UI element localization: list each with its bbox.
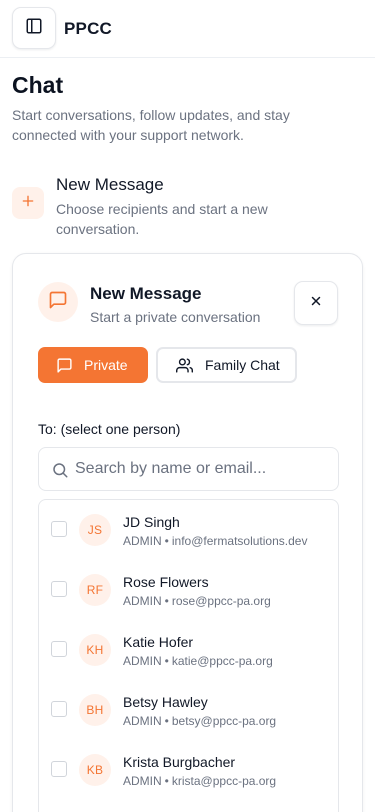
tab-family-chat-label: Family Chat bbox=[205, 357, 280, 373]
recipient-role: ADMIN bbox=[123, 714, 162, 728]
page-subtitle: Start conversations, follow updates, and… bbox=[12, 107, 290, 143]
meta-separator: • bbox=[164, 594, 169, 608]
recipient-name: Krista Burgbacher bbox=[123, 754, 236, 770]
avatar: KH bbox=[79, 634, 111, 666]
avatar: JS bbox=[79, 514, 111, 546]
recipient-name: Rose Flowers bbox=[123, 574, 209, 590]
sidebar-toggle-icon bbox=[25, 17, 43, 40]
close-icon bbox=[309, 294, 323, 313]
recipient-list: JS JD Singh ADMIN • info@fermatsolutions.d… bbox=[38, 499, 339, 812]
message-square-icon bbox=[55, 356, 73, 374]
avatar: RF bbox=[79, 574, 111, 606]
composer-icon-badge bbox=[38, 282, 78, 322]
new-message-card: New Message Start a private conversation… bbox=[12, 253, 363, 812]
meta-separator: • bbox=[164, 534, 169, 548]
avatar: KB bbox=[79, 754, 111, 786]
recipient-email: rose@ppcc-pa.org bbox=[171, 594, 271, 608]
composer-title: New Message bbox=[90, 284, 202, 303]
list-item[interactable]: KB Krista Burgbacher ADMIN • krista@ppcc-p… bbox=[39, 740, 338, 800]
sidebar-toggle-button[interactable] bbox=[12, 7, 56, 49]
top-bar: PPCC bbox=[0, 0, 375, 58]
to-label: To: (select one person) bbox=[38, 421, 181, 437]
new-message-description: Choose recipients and start a new conver… bbox=[56, 201, 268, 237]
recipient-role: ADMIN bbox=[123, 774, 162, 788]
recipient-meta: ADMIN • rose@ppcc-pa.org bbox=[123, 594, 271, 608]
meta-separator: • bbox=[164, 714, 169, 728]
recipient-search bbox=[38, 447, 339, 491]
list-item[interactable]: BH Betsy Hawley ADMIN • betsy@ppcc-pa.org bbox=[39, 680, 338, 740]
recipient-email: betsy@ppcc-pa.org bbox=[171, 714, 277, 728]
composer-subtitle: Start a private conversation bbox=[90, 309, 261, 325]
recipient-checkbox[interactable] bbox=[51, 761, 67, 777]
recipient-role: ADMIN bbox=[123, 594, 162, 608]
recipient-checkbox[interactable] bbox=[51, 641, 67, 657]
recipient-email: katie@ppcc-pa.org bbox=[171, 654, 273, 668]
recipient-role: ADMIN bbox=[123, 654, 162, 668]
recipient-meta: ADMIN • katie@ppcc-pa.org bbox=[123, 654, 273, 668]
recipient-name: Katie Hofer bbox=[123, 634, 194, 650]
search-icon bbox=[51, 461, 69, 479]
search-input[interactable] bbox=[75, 448, 331, 490]
recipient-checkbox[interactable] bbox=[51, 701, 67, 717]
tab-family-chat[interactable]: Family Chat bbox=[156, 347, 297, 383]
close-button[interactable] bbox=[294, 281, 338, 325]
plus-icon bbox=[20, 193, 36, 214]
recipient-name: JD Singh bbox=[123, 514, 180, 530]
tab-private-label: Private bbox=[84, 357, 128, 373]
meta-separator: • bbox=[164, 654, 169, 668]
list-item[interactable]: JS JD Singh ADMIN • info@fermatsolutions.d… bbox=[39, 500, 338, 560]
avatar: BH bbox=[79, 694, 111, 726]
list-item[interactable]: KH Katie Hofer ADMIN • katie@ppcc-pa.org bbox=[39, 620, 338, 680]
recipient-checkbox[interactable] bbox=[51, 521, 67, 537]
tab-private[interactable]: Private bbox=[38, 347, 148, 383]
new-message-button[interactable] bbox=[12, 187, 44, 219]
app-title: PPCC bbox=[64, 19, 113, 38]
page-title: Chat bbox=[12, 72, 64, 98]
recipient-email: krista@ppcc-pa.org bbox=[171, 774, 277, 788]
recipient-meta: ADMIN • betsy@ppcc-pa.org bbox=[123, 714, 276, 728]
meta-separator: • bbox=[164, 774, 169, 788]
recipient-meta: ADMIN • info@fermatsolutions.dev bbox=[123, 534, 307, 548]
recipient-email: info@fermatsolutions.dev bbox=[171, 534, 308, 548]
recipient-name: Betsy Hawley bbox=[123, 694, 208, 710]
recipient-role: ADMIN bbox=[123, 534, 162, 548]
recipient-checkbox[interactable] bbox=[51, 581, 67, 597]
users-icon bbox=[175, 356, 193, 374]
new-message-title: New Message bbox=[56, 175, 164, 194]
new-message-row[interactable]: New Message Choose recipients and start … bbox=[12, 173, 352, 239]
list-item[interactable]: RF Rose Flowers ADMIN • rose@ppcc-pa.org bbox=[39, 560, 338, 620]
message-square-icon bbox=[48, 290, 68, 315]
recipient-meta: ADMIN • krista@ppcc-pa.org bbox=[123, 774, 276, 788]
